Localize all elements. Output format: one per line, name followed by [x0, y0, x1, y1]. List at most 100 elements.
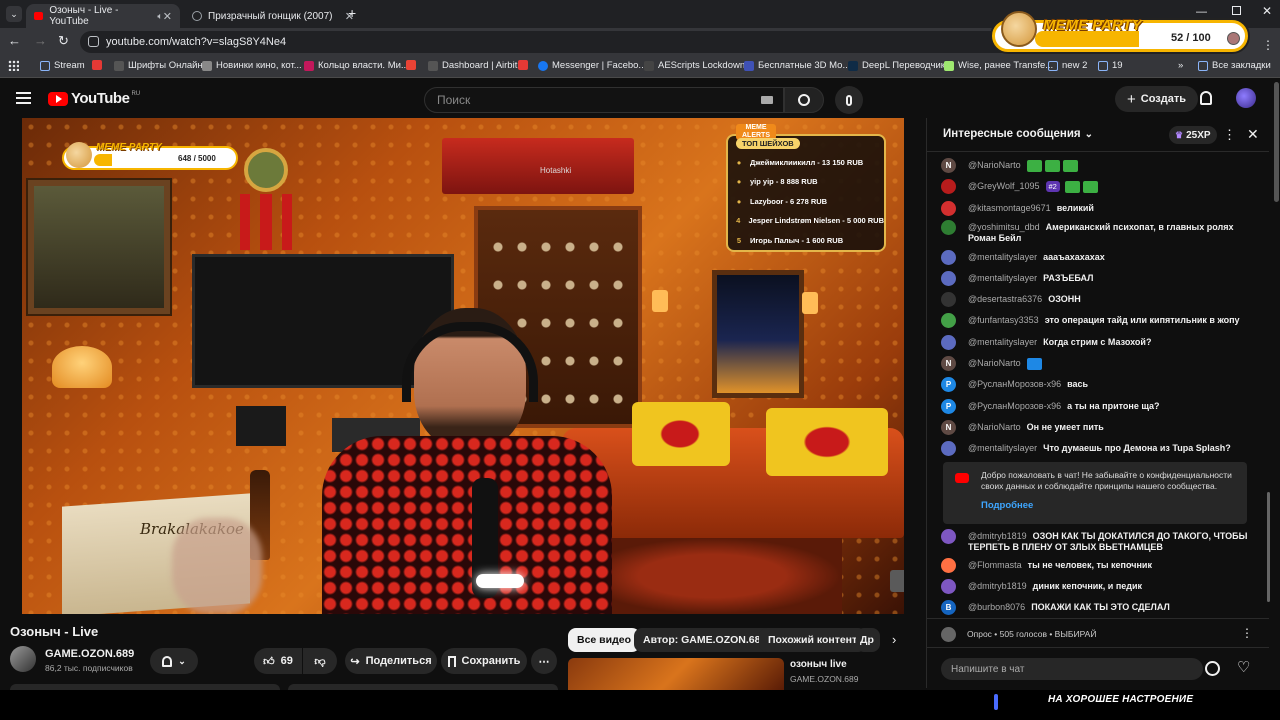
chat-message[interactable]: P @РусланМорозов-х96 а ты на притоне ща? [941, 399, 1251, 414]
chip-by-author[interactable]: Автор: GAME.OZON.689 [634, 628, 776, 652]
close-tab-icon[interactable]: ✕ [163, 10, 172, 23]
close-chat-icon[interactable]: ✕ [1247, 126, 1259, 143]
all-bookmarks[interactable]: Все закладки [1198, 60, 1271, 71]
heart-icon[interactable]: ♡ [1237, 658, 1250, 676]
chat-author[interactable]: @РусланМорозов-х96 [968, 379, 1061, 389]
chat-author[interactable]: @kitasmontage9671 [968, 203, 1051, 213]
chat-message[interactable]: @mentalityslayer аааъахахахах [941, 250, 1251, 265]
chat-message[interactable]: @mentalityslayer РАЗЪЕБАЛ [941, 271, 1251, 286]
search-input[interactable]: Поиск [424, 87, 784, 113]
more-actions-button[interactable]: ⋯ [531, 648, 557, 674]
chat-avatar[interactable] [941, 529, 956, 544]
chat-avatar[interactable]: N [941, 158, 956, 173]
browser-tab[interactable]: Призрачный гонщик (2007) ✕ [184, 4, 362, 28]
chat-avatar[interactable] [941, 201, 956, 216]
chat-author[interactable]: @РусланМорозов-х96 [968, 401, 1061, 411]
chat-avatar[interactable] [941, 335, 956, 350]
chat-message[interactable]: @desertastra6376 ОЗОНН [941, 292, 1251, 307]
chat-avatar[interactable] [941, 292, 956, 307]
chat-avatar[interactable]: P [941, 377, 956, 392]
chat-avatar[interactable] [941, 271, 956, 286]
chat-author[interactable]: @desertastra6376 [968, 294, 1042, 304]
chat-message[interactable]: @dmitryb1819 ОЗОН КАК ТЫ ДОКАТИЛСЯ ДО ТАК… [941, 529, 1251, 553]
create-button[interactable]: + Создать [1115, 86, 1199, 112]
video-player[interactable]: Hotashki Brakalakakoe MEME PARTY 648 / 5… [22, 118, 904, 614]
new-tab-icon[interactable]: + [348, 5, 356, 21]
chat-author[interactable]: @mentalityslayer [968, 337, 1037, 347]
forward-icon[interactable]: → [34, 33, 47, 48]
chat-avatar[interactable] [941, 441, 956, 456]
chat-message[interactable]: N @NarioNarto Он не умеет пить [941, 420, 1251, 435]
chip-other[interactable]: Др [856, 628, 880, 652]
chat-author[interactable]: @NarioNarto [968, 160, 1021, 170]
bookmark[interactable]: Бесплатные 3D Мо... [744, 60, 850, 71]
chat-avatar[interactable]: P [941, 399, 956, 414]
chat-author[interactable]: @Flommasta [968, 560, 1022, 570]
more-bookmarks-icon[interactable]: » [1178, 60, 1183, 71]
chat-mode-selector[interactable]: Интересные сообщения ⌄ [943, 128, 1093, 140]
chat-message[interactable]: @yoshimitsu_dbd Американский психопат, в … [941, 220, 1251, 244]
chat-avatar[interactable] [941, 250, 956, 265]
chat-author[interactable]: @NarioNarto [968, 422, 1021, 432]
chat-scrollbar[interactable] [1267, 492, 1270, 602]
close-window-icon[interactable]: ✕ [1262, 4, 1272, 18]
chat-message[interactable]: @GreyWolf_1095 #2 [941, 179, 1251, 194]
channel-avatar[interactable] [10, 646, 36, 672]
chat-author[interactable]: @mentalityslayer [968, 443, 1037, 453]
share-button[interactable]: ↪ Поделиться [345, 648, 437, 674]
chat-message[interactable]: @dmitryb1819 диник кепочник, и педик [941, 579, 1251, 594]
bookmark-folder[interactable]: new 2 [1048, 60, 1087, 71]
chat-author[interactable]: @burbon8076 [968, 602, 1025, 612]
chat-message[interactable]: N @NarioNarto [941, 158, 1251, 173]
chat-message[interactable]: @mentalityslayer Когда стрим с Мазохой? [941, 335, 1251, 350]
account-avatar[interactable] [1236, 88, 1256, 108]
page-scrollbar[interactable] [1274, 82, 1279, 202]
chat-author[interactable]: @funfantasy3353 [968, 315, 1039, 325]
chat-avatar[interactable] [941, 558, 956, 573]
chip-related[interactable]: Похожий контент [759, 628, 867, 652]
chat-author[interactable]: @dmitryb1819 [968, 581, 1027, 591]
chat-avatar[interactable] [941, 313, 956, 328]
chat-author[interactable]: @yoshimitsu_dbd [968, 222, 1040, 232]
maximize-icon[interactable] [1232, 6, 1241, 15]
chat-author[interactable]: @mentalityslayer [968, 273, 1037, 283]
bookmark[interactable] [518, 60, 528, 70]
chat-avatar[interactable]: B [941, 600, 956, 615]
chat-author[interactable]: @mentalityslayer [968, 252, 1037, 262]
search-button[interactable] [784, 87, 824, 113]
chat-author[interactable]: @NarioNarto [968, 358, 1021, 368]
chat-message[interactable]: @Flommasta ты не человек, ты кепочник [941, 558, 1251, 573]
like-button[interactable]: 👍︎ 69 [254, 648, 302, 674]
bookmark[interactable]: Кольцо власти. Ми... [304, 60, 409, 71]
voice-search-button[interactable] [835, 86, 863, 114]
bookmark[interactable]: DeepL Переводчик [848, 60, 945, 71]
chat-avatar[interactable]: N [941, 420, 956, 435]
chat-message[interactable]: @mentalityslayer Что думаешь про Демона и… [941, 441, 1251, 456]
related-video-thumbnail[interactable] [568, 658, 784, 690]
tab-search-button[interactable]: ⌄ [6, 6, 22, 22]
save-button[interactable]: Сохранить [441, 648, 527, 674]
channel-name[interactable]: GAME.OZON.689 [45, 648, 134, 660]
bookmark[interactable]: AEScripts Lockdown... [644, 60, 753, 71]
chat-message[interactable]: N @NarioNarto [941, 356, 1251, 371]
emoji-icon[interactable] [1205, 661, 1220, 676]
notice-link[interactable]: Подробнее [981, 500, 1033, 511]
related-video-title[interactable]: озоныч live [790, 659, 847, 670]
browser-tab-active[interactable]: Озоныч - Live - YouTube 🔈︎ ✕ [26, 4, 180, 28]
dislike-button[interactable]: 👎︎ [303, 648, 337, 674]
bookmark[interactable]: Шрифты Онлайн [114, 60, 203, 71]
bookmark[interactable]: Wise, ранее Transfe... [944, 60, 1053, 71]
bookmark[interactable]: Messenger | Facebo... [538, 60, 646, 71]
notifications-subscribed-button[interactable]: ⌄ [150, 648, 198, 674]
hamburger-menu-icon[interactable] [16, 92, 31, 104]
chat-avatar[interactable]: N [941, 356, 956, 371]
bookmark[interactable] [92, 60, 102, 70]
poll-banner[interactable]: Опрос • 505 голосов • ВЫБИРАЙ ⋮ [927, 618, 1269, 648]
extensions-menu-icon[interactable]: ⋮ [1262, 38, 1274, 52]
minimize-icon[interactable]: — [1196, 6, 1207, 18]
chat-avatar[interactable] [941, 579, 956, 594]
bookmark[interactable]: Stream [40, 60, 85, 71]
chip-all-videos[interactable]: Все видео [568, 628, 641, 652]
keyboard-icon[interactable] [761, 96, 773, 104]
related-video-channel[interactable]: GAME.OZON.689 [790, 674, 859, 684]
